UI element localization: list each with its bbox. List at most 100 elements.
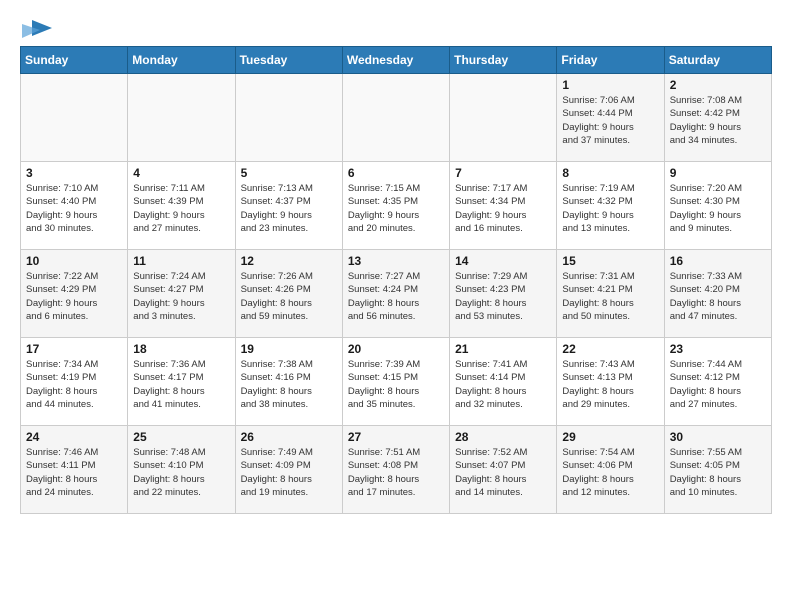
logo-icon (22, 20, 52, 40)
day-number: 2 (670, 78, 766, 92)
day-info: Sunrise: 7:15 AM Sunset: 4:35 PM Dayligh… (348, 182, 444, 235)
calendar-cell: 28 Sunrise: 7:52 AM Sunset: 4:07 PM Dayli… (450, 426, 557, 514)
day-info: Sunrise: 7:48 AM Sunset: 4:10 PM Dayligh… (133, 446, 229, 499)
header-area (20, 20, 772, 36)
weekday-header-tuesday: Tuesday (235, 47, 342, 74)
calendar-cell: 10 Sunrise: 7:22 AM Sunset: 4:29 PM Dayli… (21, 250, 128, 338)
calendar-cell: 15Sunrise: 7:31 AM Sunset: 4:21 PM Dayli… (557, 250, 664, 338)
day-info: Sunrise: 7:34 AM Sunset: 4:19 PM Dayligh… (26, 358, 122, 411)
day-number: 11 (133, 254, 229, 268)
day-info: Sunrise: 7:26 AM Sunset: 4:26 PM Dayligh… (241, 270, 337, 323)
calendar-cell: 23 Sunrise: 7:44 AM Sunset: 4:12 PM Dayli… (664, 338, 771, 426)
day-number: 6 (348, 166, 444, 180)
calendar-cell: 9 Sunrise: 7:20 AM Sunset: 4:30 PM Daylig… (664, 162, 771, 250)
day-info: Sunrise: 7:55 AM Sunset: 4:05 PM Dayligh… (670, 446, 766, 499)
calendar-header: SundayMondayTuesdayWednesdayThursdayFrid… (21, 47, 772, 74)
day-number: 19 (241, 342, 337, 356)
calendar-cell: 6 Sunrise: 7:15 AM Sunset: 4:35 PM Daylig… (342, 162, 449, 250)
day-number: 8 (562, 166, 658, 180)
weekday-header-wednesday: Wednesday (342, 47, 449, 74)
calendar-week-1: 1 Sunrise: 7:06 AM Sunset: 4:44 PM Daylig… (21, 74, 772, 162)
calendar-cell: 22 Sunrise: 7:43 AM Sunset: 4:13 PM Dayli… (557, 338, 664, 426)
day-info: Sunrise: 7:22 AM Sunset: 4:29 PM Dayligh… (26, 270, 122, 323)
weekday-header-friday: Friday (557, 47, 664, 74)
weekday-header-row: SundayMondayTuesdayWednesdayThursdayFrid… (21, 47, 772, 74)
calendar-cell: 1 Sunrise: 7:06 AM Sunset: 4:44 PM Daylig… (557, 74, 664, 162)
page: SundayMondayTuesdayWednesdayThursdayFrid… (0, 0, 792, 524)
day-info: Sunrise: 7:52 AM Sunset: 4:07 PM Dayligh… (455, 446, 551, 499)
weekday-header-saturday: Saturday (664, 47, 771, 74)
day-number: 23 (670, 342, 766, 356)
day-number: 12 (241, 254, 337, 268)
day-number: 21 (455, 342, 551, 356)
day-info: Sunrise: 7:31 AM Sunset: 4:21 PM Dayligh… (562, 270, 658, 323)
calendar-cell: 5Sunrise: 7:13 AM Sunset: 4:37 PM Daylig… (235, 162, 342, 250)
day-number: 5 (241, 166, 337, 180)
calendar-cell: 14 Sunrise: 7:29 AM Sunset: 4:23 PM Dayli… (450, 250, 557, 338)
day-number: 4 (133, 166, 229, 180)
calendar-cell (21, 74, 128, 162)
weekday-header-monday: Monday (128, 47, 235, 74)
day-number: 14 (455, 254, 551, 268)
day-number: 1 (562, 78, 658, 92)
day-info: Sunrise: 7:27 AM Sunset: 4:24 PM Dayligh… (348, 270, 444, 323)
calendar-week-5: 24 Sunrise: 7:46 AM Sunset: 4:11 PM Dayli… (21, 426, 772, 514)
calendar-cell: 8 Sunrise: 7:19 AM Sunset: 4:32 PM Daylig… (557, 162, 664, 250)
calendar-cell: 21 Sunrise: 7:41 AM Sunset: 4:14 PM Dayli… (450, 338, 557, 426)
day-number: 13 (348, 254, 444, 268)
day-info: Sunrise: 7:08 AM Sunset: 4:42 PM Dayligh… (670, 94, 766, 147)
day-info: Sunrise: 7:11 AM Sunset: 4:39 PM Dayligh… (133, 182, 229, 235)
logo-text (20, 20, 52, 40)
calendar-week-2: 3 Sunrise: 7:10 AM Sunset: 4:40 PM Daylig… (21, 162, 772, 250)
day-info: Sunrise: 7:46 AM Sunset: 4:11 PM Dayligh… (26, 446, 122, 499)
day-number: 29 (562, 430, 658, 444)
day-number: 30 (670, 430, 766, 444)
logo (20, 20, 52, 36)
day-info: Sunrise: 7:43 AM Sunset: 4:13 PM Dayligh… (562, 358, 658, 411)
calendar-cell: 11 Sunrise: 7:24 AM Sunset: 4:27 PM Dayli… (128, 250, 235, 338)
calendar-cell: 17Sunrise: 7:34 AM Sunset: 4:19 PM Dayli… (21, 338, 128, 426)
weekday-header-thursday: Thursday (450, 47, 557, 74)
calendar-cell (235, 74, 342, 162)
day-number: 27 (348, 430, 444, 444)
day-info: Sunrise: 7:06 AM Sunset: 4:44 PM Dayligh… (562, 94, 658, 147)
calendar-cell: 27Sunrise: 7:51 AM Sunset: 4:08 PM Dayli… (342, 426, 449, 514)
calendar-week-3: 10 Sunrise: 7:22 AM Sunset: 4:29 PM Dayli… (21, 250, 772, 338)
day-info: Sunrise: 7:24 AM Sunset: 4:27 PM Dayligh… (133, 270, 229, 323)
day-info: Sunrise: 7:17 AM Sunset: 4:34 PM Dayligh… (455, 182, 551, 235)
calendar-week-4: 17Sunrise: 7:34 AM Sunset: 4:19 PM Dayli… (21, 338, 772, 426)
day-number: 10 (26, 254, 122, 268)
day-number: 24 (26, 430, 122, 444)
day-number: 18 (133, 342, 229, 356)
day-info: Sunrise: 7:49 AM Sunset: 4:09 PM Dayligh… (241, 446, 337, 499)
calendar-cell: 16Sunrise: 7:33 AM Sunset: 4:20 PM Dayli… (664, 250, 771, 338)
day-number: 28 (455, 430, 551, 444)
day-info: Sunrise: 7:33 AM Sunset: 4:20 PM Dayligh… (670, 270, 766, 323)
calendar-cell: 4 Sunrise: 7:11 AM Sunset: 4:39 PM Daylig… (128, 162, 235, 250)
calendar-cell (450, 74, 557, 162)
day-info: Sunrise: 7:10 AM Sunset: 4:40 PM Dayligh… (26, 182, 122, 235)
day-info: Sunrise: 7:29 AM Sunset: 4:23 PM Dayligh… (455, 270, 551, 323)
calendar-cell: 2 Sunrise: 7:08 AM Sunset: 4:42 PM Daylig… (664, 74, 771, 162)
day-number: 9 (670, 166, 766, 180)
day-info: Sunrise: 7:54 AM Sunset: 4:06 PM Dayligh… (562, 446, 658, 499)
calendar-cell: 25Sunrise: 7:48 AM Sunset: 4:10 PM Dayli… (128, 426, 235, 514)
calendar-cell (128, 74, 235, 162)
day-info: Sunrise: 7:20 AM Sunset: 4:30 PM Dayligh… (670, 182, 766, 235)
day-info: Sunrise: 7:36 AM Sunset: 4:17 PM Dayligh… (133, 358, 229, 411)
day-number: 3 (26, 166, 122, 180)
day-info: Sunrise: 7:39 AM Sunset: 4:15 PM Dayligh… (348, 358, 444, 411)
calendar: SundayMondayTuesdayWednesdayThursdayFrid… (20, 46, 772, 514)
day-info: Sunrise: 7:44 AM Sunset: 4:12 PM Dayligh… (670, 358, 766, 411)
calendar-cell: 26Sunrise: 7:49 AM Sunset: 4:09 PM Dayli… (235, 426, 342, 514)
calendar-cell: 30 Sunrise: 7:55 AM Sunset: 4:05 PM Dayli… (664, 426, 771, 514)
day-number: 22 (562, 342, 658, 356)
calendar-cell: 13 Sunrise: 7:27 AM Sunset: 4:24 PM Dayli… (342, 250, 449, 338)
day-info: Sunrise: 7:19 AM Sunset: 4:32 PM Dayligh… (562, 182, 658, 235)
day-info: Sunrise: 7:41 AM Sunset: 4:14 PM Dayligh… (455, 358, 551, 411)
calendar-cell: 20 Sunrise: 7:39 AM Sunset: 4:15 PM Dayli… (342, 338, 449, 426)
calendar-cell: 29 Sunrise: 7:54 AM Sunset: 4:06 PM Dayli… (557, 426, 664, 514)
weekday-header-sunday: Sunday (21, 47, 128, 74)
day-number: 20 (348, 342, 444, 356)
calendar-cell: 24 Sunrise: 7:46 AM Sunset: 4:11 PM Dayli… (21, 426, 128, 514)
